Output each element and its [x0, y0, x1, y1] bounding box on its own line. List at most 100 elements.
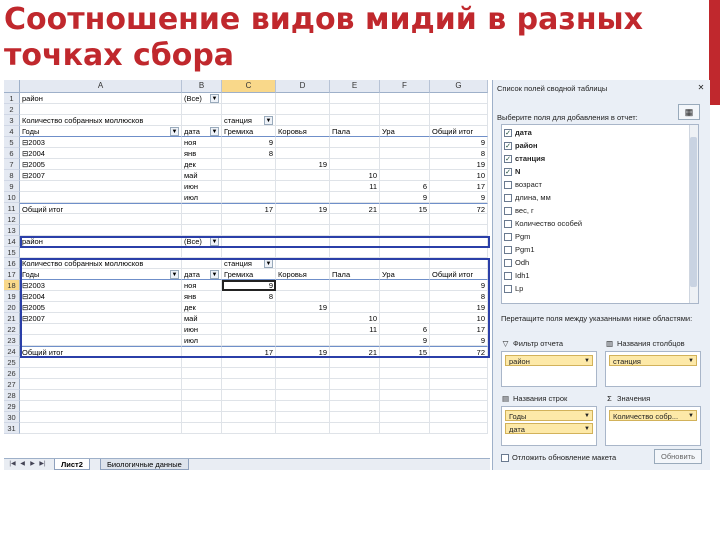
cell-d11[interactable]: 19: [276, 203, 330, 214]
cell-f17[interactable]: Ура: [380, 269, 430, 280]
row-header[interactable]: 17: [4, 269, 20, 280]
cell-a23[interactable]: [20, 335, 182, 346]
cell-e16[interactable]: [330, 258, 380, 269]
scroll-thumb[interactable]: [690, 137, 697, 287]
row-header[interactable]: 29: [4, 401, 20, 412]
field-checkbox[interactable]: ✓: [504, 168, 512, 177]
cell-a25[interactable]: [20, 357, 182, 368]
cell-f13[interactable]: [380, 225, 430, 236]
cell-b25[interactable]: [182, 357, 222, 368]
cell-f27[interactable]: [380, 379, 430, 390]
cell-g27[interactable]: [430, 379, 488, 390]
cell-g13[interactable]: [430, 225, 488, 236]
row-header[interactable]: 1: [4, 93, 20, 104]
cell-d23[interactable]: [276, 335, 330, 346]
row-header[interactable]: 16: [4, 258, 20, 269]
cell-a8[interactable]: ⊟2007: [20, 170, 182, 181]
layout-options-button[interactable]: ▦: [678, 104, 700, 120]
column-header-a[interactable]: A: [20, 80, 182, 93]
filter-dropdown-icon[interactable]: ▼: [170, 127, 179, 136]
cell-f5[interactable]: [380, 137, 430, 148]
cell-g10[interactable]: 9: [430, 192, 488, 203]
field-checkbox[interactable]: [504, 246, 512, 255]
cell-f4[interactable]: Ура: [380, 126, 430, 137]
cell-f29[interactable]: [380, 401, 430, 412]
cell-a13[interactable]: [20, 225, 182, 236]
cell-c16[interactable]: станция ▼: [222, 258, 276, 269]
field-item[interactable]: Pgm: [504, 230, 684, 243]
cell-b4[interactable]: дата ▼: [182, 126, 222, 137]
cell-d15[interactable]: [276, 247, 330, 258]
row-header[interactable]: 19: [4, 291, 20, 302]
row-header[interactable]: 4: [4, 126, 20, 137]
cell-e22[interactable]: 11: [330, 324, 380, 335]
cell-c18[interactable]: 9: [222, 280, 276, 291]
field-checkbox[interactable]: ✓: [504, 129, 512, 138]
cell-e8[interactable]: 10: [330, 170, 380, 181]
cell-e18[interactable]: [330, 280, 380, 291]
cell-c19[interactable]: 8: [222, 291, 276, 302]
cell-a30[interactable]: [20, 412, 182, 423]
cell-a4[interactable]: Годы ▼: [20, 126, 182, 137]
row-header[interactable]: 3: [4, 115, 20, 126]
field-item[interactable]: Lp: [504, 282, 684, 295]
row-header[interactable]: 10: [4, 192, 20, 203]
row-header[interactable]: 22: [4, 324, 20, 335]
row-header[interactable]: 8: [4, 170, 20, 181]
cell-e24[interactable]: 21: [330, 346, 380, 357]
filter-dropdown-icon[interactable]: ▼: [264, 259, 273, 268]
cell-c9[interactable]: [222, 181, 276, 192]
row-labels-chip[interactable]: дата ▼: [505, 423, 593, 434]
cell-g11[interactable]: 72: [430, 203, 488, 214]
cell-e30[interactable]: [330, 412, 380, 423]
cell-c13[interactable]: [222, 225, 276, 236]
cell-f31[interactable]: [380, 423, 430, 434]
cell-f6[interactable]: [380, 148, 430, 159]
cell-d2[interactable]: [276, 104, 330, 115]
cell-d29[interactable]: [276, 401, 330, 412]
cell-b17[interactable]: дата ▼: [182, 269, 222, 280]
cell-b29[interactable]: [182, 401, 222, 412]
cell-f30[interactable]: [380, 412, 430, 423]
cell-e3[interactable]: [330, 115, 380, 126]
cell-f7[interactable]: [380, 159, 430, 170]
field-item[interactable]: Odh: [504, 256, 684, 269]
cell-a6[interactable]: ⊟2004: [20, 148, 182, 159]
cell-g29[interactable]: [430, 401, 488, 412]
cell-b15[interactable]: [182, 247, 222, 258]
cell-d18[interactable]: [276, 280, 330, 291]
cell-b12[interactable]: [182, 214, 222, 225]
cell-b27[interactable]: [182, 379, 222, 390]
row-header[interactable]: 23: [4, 335, 20, 346]
defer-checkbox[interactable]: [501, 454, 509, 463]
cell-b28[interactable]: [182, 390, 222, 401]
cell-g20[interactable]: 19: [430, 302, 488, 313]
cell-g31[interactable]: [430, 423, 488, 434]
cell-d17[interactable]: Коровья: [276, 269, 330, 280]
cell-e17[interactable]: Пала: [330, 269, 380, 280]
field-checkbox[interactable]: [504, 207, 512, 216]
cell-b31[interactable]: [182, 423, 222, 434]
cell-g2[interactable]: [430, 104, 488, 115]
cell-f18[interactable]: [380, 280, 430, 291]
cell-d9[interactable]: [276, 181, 330, 192]
chevron-down-icon[interactable]: ▼: [688, 356, 694, 365]
cell-g6[interactable]: 8: [430, 148, 488, 159]
cell-e5[interactable]: [330, 137, 380, 148]
cell-c5[interactable]: 9: [222, 137, 276, 148]
cell-f15[interactable]: [380, 247, 430, 258]
cell-g17[interactable]: Общий итог: [430, 269, 488, 280]
cell-c7[interactable]: [222, 159, 276, 170]
column-header-b[interactable]: B: [182, 80, 222, 93]
cell-c28[interactable]: [222, 390, 276, 401]
cell-d13[interactable]: [276, 225, 330, 236]
chevron-down-icon[interactable]: ▼: [584, 411, 590, 420]
cell-g14[interactable]: [430, 236, 488, 247]
cell-d14[interactable]: [276, 236, 330, 247]
cell-e4[interactable]: Пала: [330, 126, 380, 137]
cell-d22[interactable]: [276, 324, 330, 335]
cell-b8[interactable]: май: [182, 170, 222, 181]
field-checkbox[interactable]: [504, 220, 512, 229]
cell-a5[interactable]: ⊟2003: [20, 137, 182, 148]
cell-d25[interactable]: [276, 357, 330, 368]
